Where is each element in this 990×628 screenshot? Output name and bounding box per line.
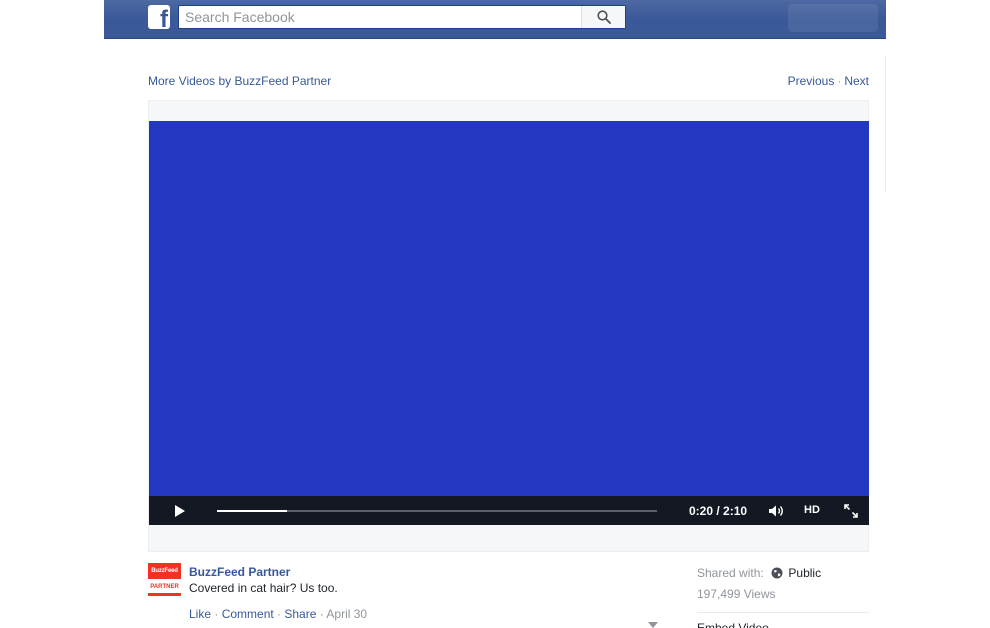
more-videos-link[interactable]: More Videos by BuzzFeed Partner	[148, 74, 331, 88]
next-link[interactable]: Next	[844, 74, 869, 88]
progress-bar[interactable]	[217, 510, 657, 512]
sidebar-divider	[697, 612, 869, 613]
post-text: Covered in cat hair? Us too.	[189, 581, 338, 595]
action-separator: ·	[273, 607, 285, 621]
video-player[interactable]	[149, 121, 869, 496]
page-name-link[interactable]: BuzzFeed Partner	[189, 565, 290, 579]
search-button[interactable]	[581, 6, 625, 28]
top-bar-decoration	[788, 4, 878, 32]
video-pager: Previous · Next	[788, 74, 869, 88]
play-icon	[175, 505, 185, 517]
page-edge-divider	[885, 56, 886, 192]
fullscreen-icon	[844, 504, 858, 518]
caret-down-icon	[648, 622, 658, 628]
embed-video-link[interactable]: Embed Video	[697, 622, 769, 628]
shared-with-label: Shared with:	[697, 566, 764, 580]
view-count: 197,499 Views	[697, 587, 776, 601]
progress-fill	[217, 510, 288, 512]
hd-button[interactable]: HD	[804, 504, 820, 516]
globe-icon	[771, 567, 783, 579]
play-button[interactable]	[171, 503, 187, 519]
like-link[interactable]: Like	[189, 607, 211, 621]
search-box	[178, 5, 626, 29]
fullscreen-button[interactable]	[843, 503, 859, 519]
search-icon	[596, 10, 611, 24]
avatar-brand-text: BuzzFeed	[148, 563, 181, 579]
action-separator: ·	[211, 607, 222, 621]
facebook-logo-letter: f	[160, 6, 168, 30]
post-date-link[interactable]: April 30	[326, 607, 367, 621]
avatar-partner-text: PARTNER	[150, 584, 179, 590]
share-link[interactable]: Share	[284, 607, 316, 621]
page-avatar[interactable]: BuzzFeed PARTNER	[148, 563, 181, 596]
facebook-logo-icon[interactable]: f	[148, 5, 170, 29]
post-actions: Like · Comment · Share · April 30	[189, 607, 367, 621]
previous-link[interactable]: Previous	[788, 74, 835, 88]
volume-button[interactable]	[767, 503, 787, 519]
volume-icon	[769, 505, 783, 517]
post-options-button[interactable]	[648, 615, 658, 628]
top-bar: f	[104, 0, 886, 39]
action-separator: ·	[316, 607, 327, 621]
search-input[interactable]	[179, 6, 581, 28]
pager-separator: ·	[837, 74, 842, 88]
time-display: 0:20 / 2:10	[689, 504, 748, 518]
privacy-public[interactable]: Public	[788, 566, 821, 580]
avatar-bar	[148, 593, 181, 596]
comment-link[interactable]: Comment	[222, 607, 274, 621]
video-controls: 0:20 / 2:10 HD	[149, 496, 869, 525]
shared-with: Shared with: Public	[697, 566, 821, 580]
